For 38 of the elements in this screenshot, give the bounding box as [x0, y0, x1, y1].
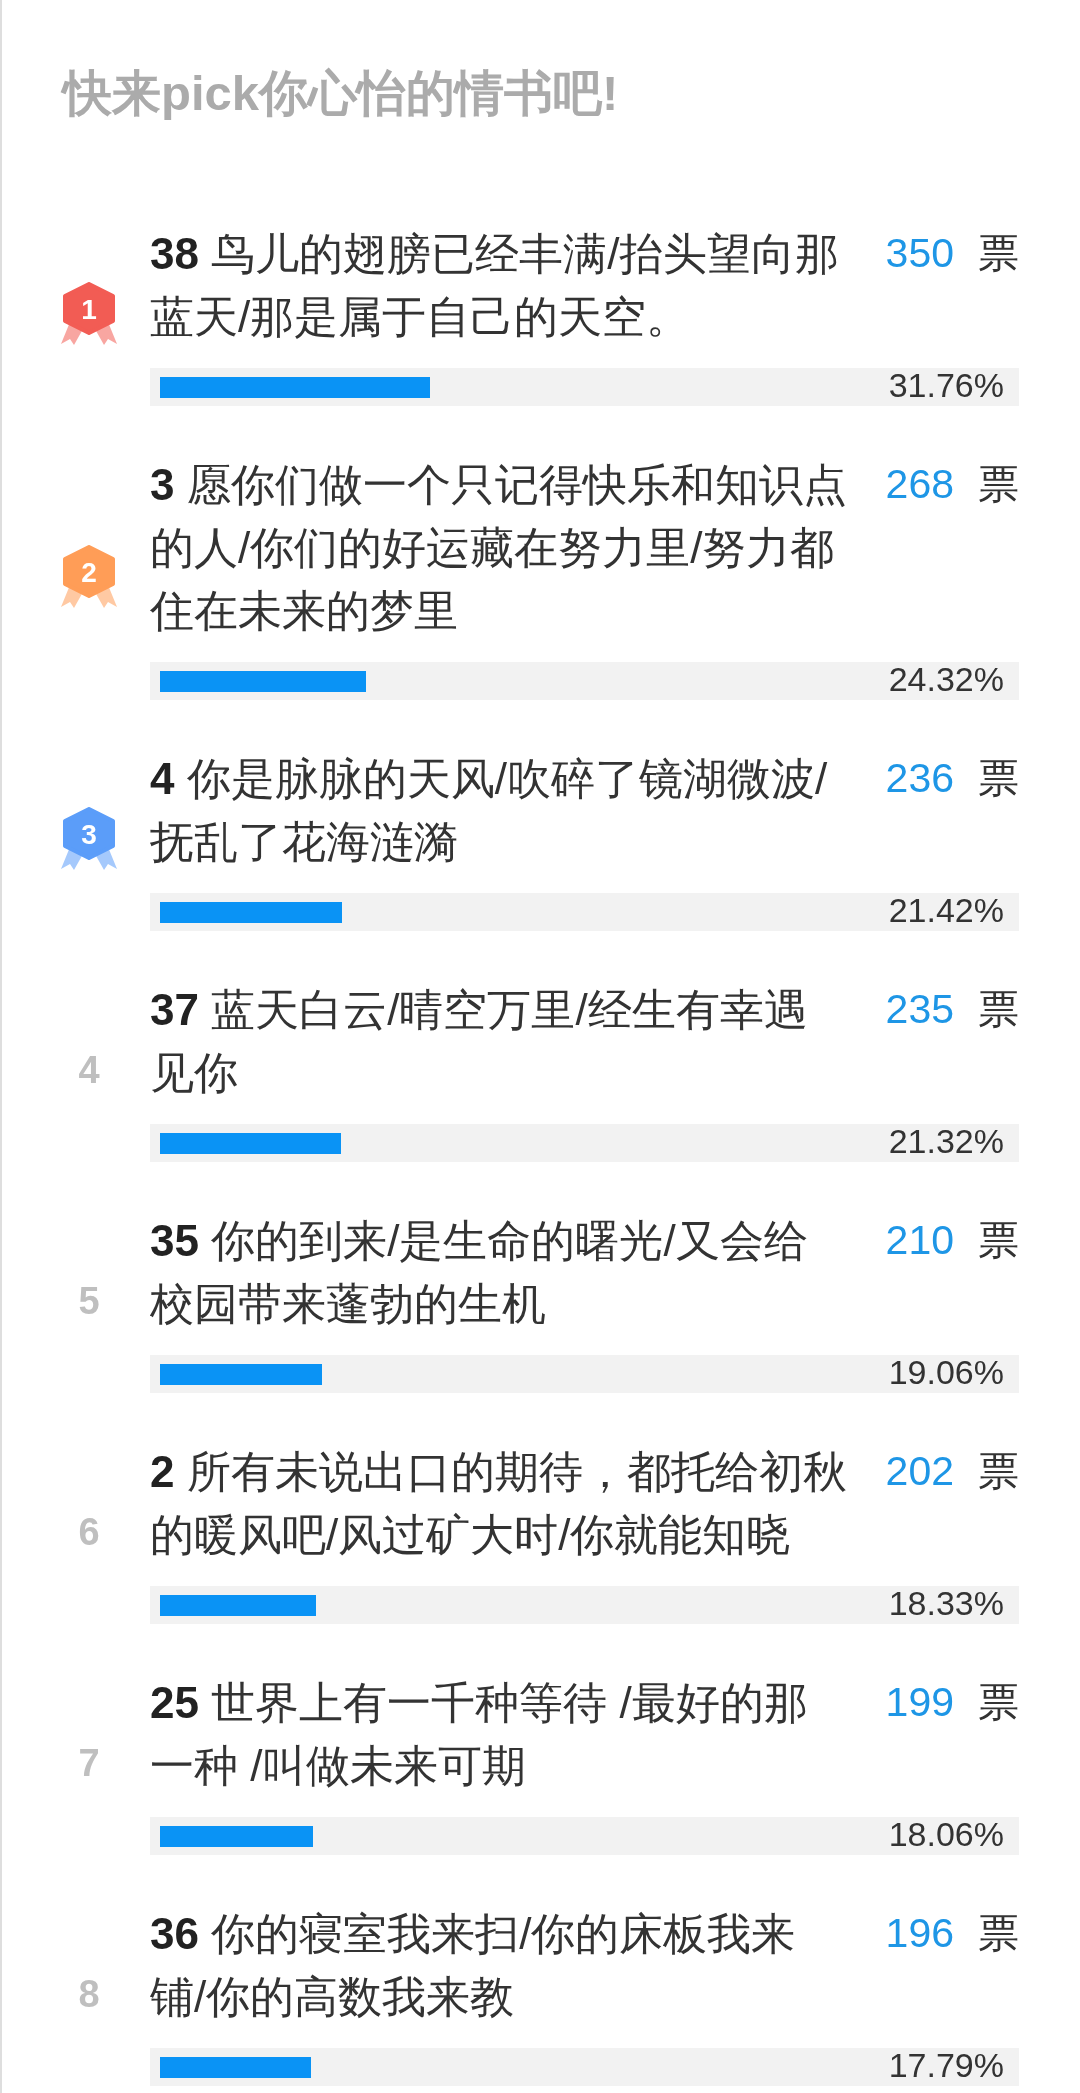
- vote-count: 202: [885, 1447, 954, 1496]
- percent-label: 21.32%: [888, 1121, 1004, 1161]
- rank-number: 5: [78, 1279, 100, 1323]
- vote-count: 235: [885, 985, 954, 1034]
- option-text: 3 愿你们做一个只记得快乐和知识点的人/你们的好运藏在努力里/努力都住在未来的梦里: [150, 459, 848, 637]
- percent-label: 17.79%: [888, 2045, 1004, 2085]
- rank-number: 4: [78, 1048, 100, 1092]
- percent-label: 19.06%: [888, 1352, 1004, 1392]
- rank-number: 7: [78, 1741, 100, 1785]
- vote-unit: 票: [978, 985, 1019, 1034]
- vote-count: 268: [885, 460, 954, 509]
- option-text: 36 你的寝室我来扫/你的床板我来铺/你的高数我来教: [150, 1908, 797, 2023]
- vote-unit: 票: [978, 460, 1019, 509]
- option-text: 38 鸟儿的翅膀已经丰满/抬头望向那蓝天/那是属于自己的天空。: [150, 228, 841, 343]
- option-text: 25 世界上有一千种等待 /最好的那一种 /叫做未来可期: [150, 1677, 809, 1792]
- rank-number: 8: [78, 1972, 100, 2016]
- vote-count: 196: [885, 1909, 954, 1958]
- vote-unit: 票: [978, 229, 1019, 278]
- vote-unit: 票: [978, 754, 1019, 803]
- percent-label: 21.42%: [888, 890, 1004, 930]
- vote-count: 350: [885, 229, 954, 278]
- vote-unit: 票: [978, 1447, 1019, 1496]
- option-text: 4 你是脉脉的天风/吹碎了镜湖微波/抚乱了花海涟漪: [150, 753, 829, 868]
- vote-count: 210: [885, 1216, 954, 1265]
- vote-count: 199: [885, 1678, 954, 1727]
- poll-title: 快来pick你心怡的情书吧!: [63, 65, 619, 122]
- percent-label: 18.06%: [888, 1814, 1004, 1854]
- percent-label: 31.76%: [888, 365, 1004, 405]
- option-text: 2 所有未说出口的期待，都托给初秋的暖风吧/风过矿大时/你就能知晓: [150, 1446, 848, 1561]
- option-text: 37 蓝天白云/晴空万里/经生有幸遇见你: [150, 984, 809, 1099]
- vote-unit: 票: [978, 1678, 1019, 1727]
- percent-label: 18.33%: [888, 1583, 1004, 1623]
- option-text: 35 你的到来/是生命的曙光/又会给校园带来蓬勃的生机: [150, 1215, 809, 1330]
- vote-unit: 票: [978, 1216, 1019, 1265]
- rank-number: 6: [78, 1510, 100, 1554]
- vote-count: 236: [885, 754, 954, 803]
- percent-label: 24.32%: [888, 659, 1004, 699]
- vote-unit: 票: [978, 1909, 1019, 1958]
